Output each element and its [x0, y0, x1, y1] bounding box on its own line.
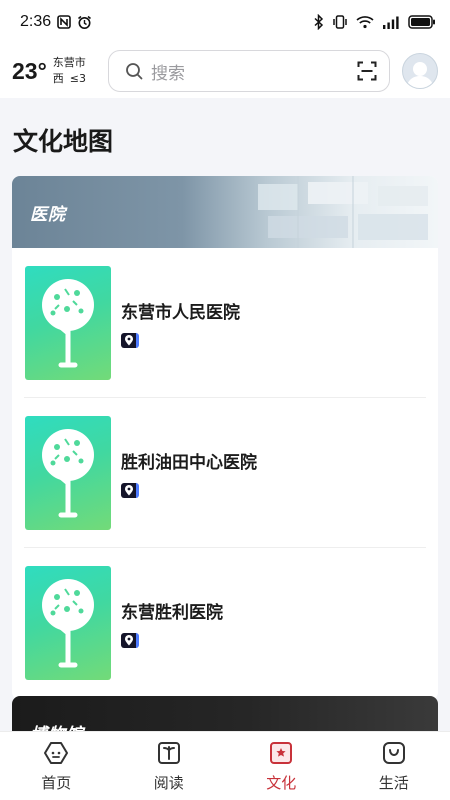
list-item[interactable]: 胜利油田中心医院	[24, 398, 426, 548]
vibrate-icon	[332, 14, 348, 30]
nfc-icon	[57, 15, 71, 29]
place-thumbnail	[25, 265, 111, 380]
weather-city: 东营市	[52, 56, 86, 69]
avatar[interactable]	[402, 53, 438, 89]
tree-logo-icon	[42, 278, 94, 367]
culture-icon	[268, 740, 294, 766]
status-bar: 2:36	[0, 0, 450, 44]
nav-item-read[interactable]: 阅读	[124, 740, 214, 793]
book-icon	[156, 740, 182, 766]
wind-direction: 西	[52, 72, 64, 85]
nav-label: 首页	[41, 774, 72, 792]
home-icon	[43, 740, 69, 766]
place-name: 东营胜利医院	[121, 603, 223, 623]
battery-icon	[408, 15, 436, 29]
nav-label: 生活	[378, 774, 409, 792]
weather-widget[interactable]: 23° 东营市 西 ≤3	[12, 55, 106, 87]
signal-icon	[382, 16, 400, 29]
page-title: 文化地图	[13, 127, 114, 156]
wind-level: ≤3	[69, 72, 86, 85]
hospital-room-image	[258, 176, 428, 248]
place-thumbnail	[25, 566, 111, 680]
nav-item-culture[interactable]: 文化	[236, 740, 326, 793]
location-pin-icon[interactable]	[121, 633, 139, 648]
search-input[interactable]: 搜索	[108, 50, 390, 92]
place-name: 东营市人民医院	[121, 302, 240, 323]
nav-item-life[interactable]: 生活	[349, 740, 439, 793]
nav-label: 阅读	[153, 774, 184, 792]
search-placeholder: 搜索	[151, 63, 185, 84]
temperature: 23°	[12, 57, 47, 84]
top-header: 23° 东营市 西 ≤3 搜索	[0, 44, 450, 98]
nav-item-home[interactable]: 首页	[11, 740, 101, 793]
place-name: 胜利油田中心医院	[121, 452, 257, 473]
search-icon	[125, 62, 143, 80]
place-thumbnail	[25, 415, 111, 530]
place-list: 东营市人民医院 胜利油田中心医院 东营胜利医院	[12, 248, 438, 698]
alarm-icon	[77, 15, 92, 30]
bluetooth-icon	[313, 14, 324, 30]
bottom-nav: 首页 阅读 文化 生活	[0, 731, 450, 800]
category-banner[interactable]: 医院	[12, 176, 438, 248]
tree-logo-icon	[42, 428, 94, 517]
life-icon	[381, 740, 407, 766]
category-title: 医院	[30, 205, 66, 225]
list-item[interactable]: 东营市人民医院	[24, 248, 426, 398]
tree-logo-icon	[42, 579, 94, 668]
wifi-icon	[356, 15, 374, 29]
scan-icon[interactable]	[357, 61, 377, 81]
status-time: 2:36	[20, 13, 52, 30]
list-item[interactable]: 东营胜利医院	[24, 548, 426, 698]
location-pin-icon[interactable]	[121, 332, 139, 348]
category-card-hospital: 医院 东营市人民医院 胜利油田中心医院 东营胜利医院	[12, 176, 438, 700]
location-pin-icon[interactable]	[121, 482, 139, 498]
nav-label: 文化	[266, 774, 297, 792]
